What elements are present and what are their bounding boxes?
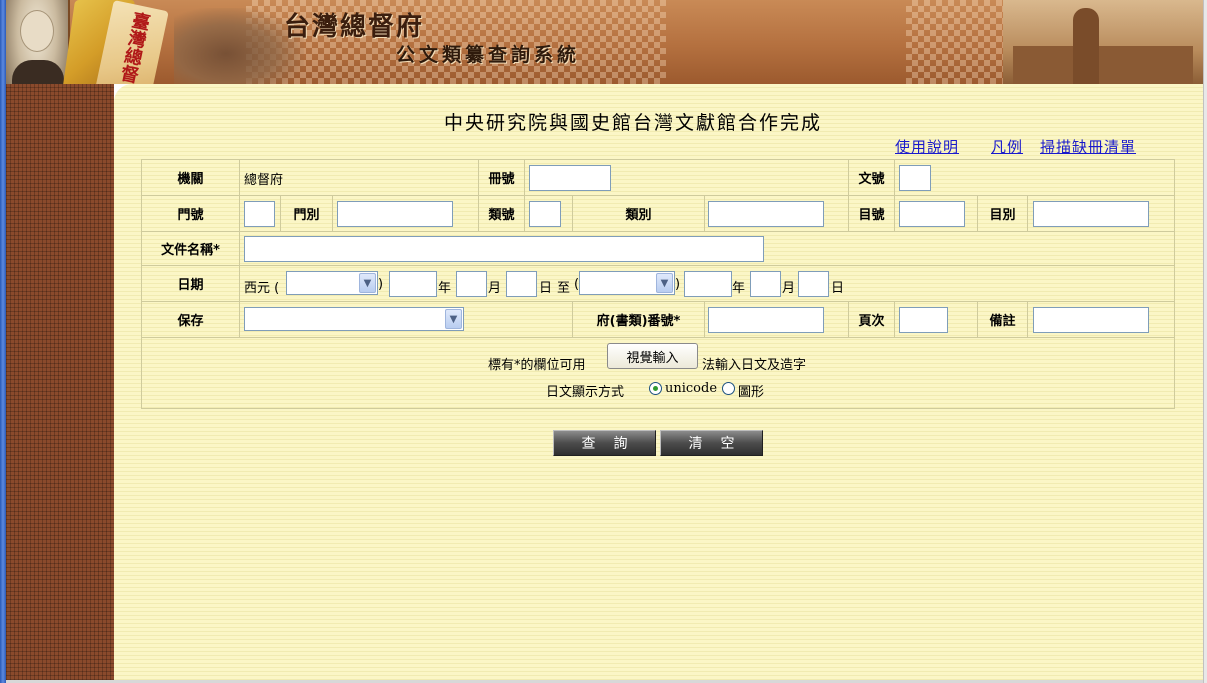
help-link[interactable]: 使用說明 [895, 136, 959, 157]
item-no-input[interactable] [899, 201, 965, 227]
page-input[interactable] [899, 307, 948, 333]
from-year-input[interactable] [389, 271, 437, 297]
chevron-down-icon: ▼ [359, 273, 376, 293]
from-month-input[interactable] [456, 271, 487, 297]
storage-select[interactable]: ▼ [244, 307, 464, 331]
scroll-calligraphy: 臺灣總督 [116, 9, 152, 84]
display-mode-label: 日文顯示方式 [546, 385, 625, 400]
gate-no-input[interactable] [244, 201, 275, 227]
folio-no-label: 府(書類)番號* [573, 302, 705, 337]
hint-prefix: 標有*的欄位可用 [488, 358, 586, 373]
item-label: 目別 [978, 196, 1028, 231]
class-no-input[interactable] [529, 201, 561, 227]
note-input[interactable] [1033, 307, 1149, 333]
unicode-option-label: unicode [665, 381, 718, 396]
image-radio[interactable] [722, 382, 735, 395]
doc-name-input[interactable] [244, 236, 764, 262]
item-no-label: 目號 [849, 196, 895, 231]
class-label: 類別 [573, 196, 705, 231]
banner-title: 台灣總督府 [284, 12, 425, 42]
banner-subtitle: 公文類纂查詢系統 [396, 44, 581, 66]
day-suffix-2: 日 [831, 281, 845, 296]
office-building-image [1003, 0, 1203, 84]
to-day-input[interactable] [798, 271, 829, 297]
form-row-storage: 保存 ▼ 府(書類)番號* 頁次 備註 [142, 302, 1174, 338]
chevron-down-icon: ▼ [656, 273, 673, 293]
agency-value: 總督府 [244, 173, 284, 188]
form-row-date: 日期 西元 ( ▼ ) 年 月 日 至 ( ▼ ) 年 月 日 [142, 266, 1174, 302]
clear-button[interactable]: 清空 [660, 430, 763, 456]
doc-no-input[interactable] [899, 165, 931, 191]
note-label: 備註 [978, 302, 1028, 337]
form-row-doc-name: 文件名稱* [142, 232, 1174, 266]
year-suffix-2: 年 [732, 281, 746, 296]
header-banner: 臺灣總督 台灣總督府 公文類纂查詢系統 [6, 0, 1203, 84]
page-title: 中央研究院與國史館台灣文獻館合作完成 [444, 112, 823, 134]
day-suffix: 日 [539, 281, 553, 296]
folio-no-input[interactable] [708, 307, 824, 333]
main-content-panel: 中央研究院與國史館台灣文獻館合作完成 使用說明 凡例 掃描缺冊清單 機關 總督府… [114, 84, 1203, 680]
search-button[interactable]: 查詢 [553, 430, 656, 456]
month-suffix: 月 [488, 281, 502, 296]
unicode-radio[interactable] [649, 382, 662, 395]
volume-no-input[interactable] [529, 165, 611, 191]
missing-volumes-link[interactable]: 掃描缺冊清單 [1040, 136, 1136, 157]
legend-link[interactable]: 凡例 [991, 136, 1023, 157]
paren-close-2: ) [675, 277, 681, 292]
virtual-keyboard-button[interactable]: 視覺輸入 [607, 343, 698, 369]
gate-label: 門別 [281, 196, 333, 231]
volume-no-label: 冊號 [479, 160, 525, 195]
paren-close: ) [378, 277, 384, 292]
left-decorative-column [6, 84, 114, 680]
form-row-input-hint: 標有*的欄位可用 視覺輸入 法輸入日文及造字 日文顯示方式 unicode 圖形 [142, 338, 1174, 408]
search-form: 機關 總督府 冊號 文號 門號 門別 類號 類別 目號 目別 文件名稱* 日期 … [141, 159, 1175, 409]
to-month-input[interactable] [750, 271, 781, 297]
date-prefix: 西元 ( [244, 281, 280, 296]
item-input[interactable] [1033, 201, 1149, 227]
image-option-label: 圖形 [738, 385, 765, 400]
year-suffix: 年 [438, 281, 452, 296]
window-right-border [1203, 0, 1207, 683]
gate-input[interactable] [337, 201, 453, 227]
page-label: 頁次 [849, 302, 895, 337]
class-input[interactable] [708, 201, 824, 227]
date-label: 日期 [142, 266, 240, 301]
class-no-label: 類號 [479, 196, 525, 231]
to-year-input[interactable] [684, 271, 732, 297]
agency-label: 機關 [142, 160, 240, 195]
gate-no-label: 門號 [142, 196, 240, 231]
era-to-select[interactable]: ▼ [579, 271, 675, 295]
doc-name-label: 文件名稱* [142, 232, 240, 265]
form-row-classification: 門號 門別 類號 類別 目號 目別 [142, 196, 1174, 232]
chevron-down-icon: ▼ [445, 309, 462, 329]
era-from-select[interactable]: ▼ [286, 271, 378, 295]
portrait-image [6, 0, 70, 84]
form-row-agency: 機關 總督府 冊號 文號 [142, 160, 1174, 196]
date-to-label: 至 [557, 281, 571, 296]
doc-no-label: 文號 [849, 160, 895, 195]
storage-label: 保存 [142, 302, 240, 337]
hint-suffix: 法輸入日文及造字 [702, 358, 807, 373]
from-day-input[interactable] [506, 271, 537, 297]
month-suffix-2: 月 [782, 281, 796, 296]
